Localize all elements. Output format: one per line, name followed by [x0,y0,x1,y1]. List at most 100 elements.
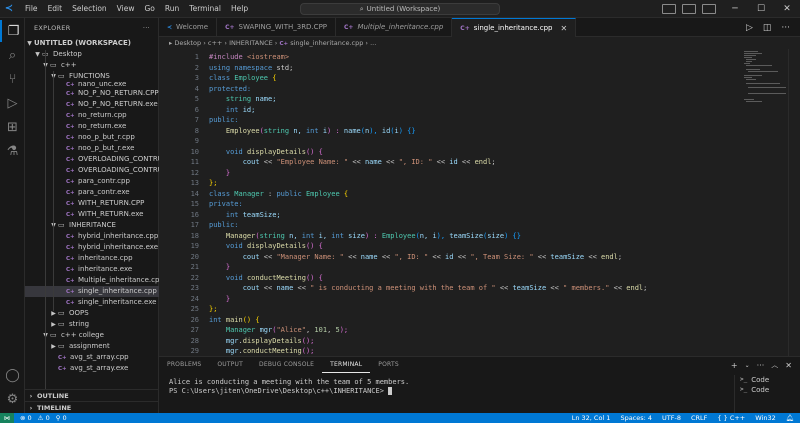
errors-status[interactable]: ⊗ 0 [20,414,32,422]
breadcrumb-cpp[interactable]: c++ [208,39,222,47]
timeline-section[interactable]: › TIMELINE [25,401,159,413]
menu-help[interactable]: Help [226,0,253,18]
terminal-instance[interactable]: >_ Code [735,375,800,385]
terminal-output[interactable]: Alice is conducting a meeting with the t… [169,378,409,396]
panel-tab-ports[interactable]: PORTS [370,357,407,373]
cpp-file-icon: C+ [58,366,67,372]
line-number: 6 [194,105,199,114]
account-icon[interactable]: ◯ [0,364,25,386]
run-debug-icon[interactable]: ▷ [0,92,25,114]
command-center-search[interactable]: ⌕ Untitled (Workspace) [300,3,500,15]
more-actions-icon[interactable]: ··· [781,23,790,33]
line-number: 17 [190,221,199,229]
editor-tab[interactable]: C+ SWAPING_WITH_3RD.CPP [217,18,337,37]
editor-scrollbar[interactable] [788,49,800,356]
close-tab-icon[interactable]: ✕ [561,19,568,38]
cursor-position[interactable]: Ln 32, Col 1 [572,414,611,422]
close-icon[interactable]: ✕ [774,0,800,18]
bottom-panel: PROBLEMS OUTPUT DEBUG CONSOLE TERMINAL PORTS… [159,356,800,414]
line-number: 5 [194,95,199,103]
remote-icon[interactable]: ⋈ [0,413,14,423]
indentation[interactable]: Spaces: 4 [620,414,652,422]
code-line: } [225,294,231,303]
code-line: mgr.conductMeeting(); [225,347,315,355]
end-of-line[interactable]: CRLF [691,414,707,422]
vscode-logo-icon: ≺ [167,24,173,31]
settings-gear-icon[interactable]: ⚙ [0,388,25,410]
source-control-icon[interactable]: ⑂ [0,68,25,90]
menu-bar: File Edit Selection View Go Run Terminal… [20,0,253,18]
breadcrumb-symbol[interactable]: ... [370,39,376,47]
tree-item-label: assignment [69,342,110,350]
sidebar-toggle-icon[interactable] [702,4,716,14]
notifications-bell-icon[interactable]: 🔔︎ [786,414,794,422]
menu-selection[interactable]: Selection [67,0,112,18]
workspace-label: UNTITLED (WORKSPACE) [34,39,131,47]
tree-item-label: c++ [61,61,77,69]
editor-tab[interactable]: ≺ Welcome [159,18,218,37]
code-line: int main() { [209,315,260,324]
terminal-instance[interactable]: >_ Code [735,385,800,395]
menu-view[interactable]: View [112,0,140,18]
encoding[interactable]: UTF-8 [662,414,681,422]
minimap[interactable] [742,49,786,109]
outline-section[interactable]: › OUTLINE [25,389,159,401]
panel-tab-debug-console[interactable]: DEBUG CONSOLE [251,357,322,373]
chevron-down-icon: ▼ [35,51,40,58]
editor-tab[interactable]: C+ Multiple_inheritance.cpp [336,18,453,37]
breadcrumb-inheritance[interactable]: INHERITANCE [229,39,273,47]
more-actions-icon[interactable]: ··· [143,18,150,38]
search-label: Untitled (Workspace) [366,5,441,13]
code-line: class Manager : public Employee { [209,189,349,198]
testing-icon[interactable]: ⚗ [0,140,25,162]
menu-go[interactable]: Go [139,0,159,18]
code-line: } [225,263,231,271]
language-mode[interactable]: { } C++ [717,414,745,422]
panel-tab-problems[interactable]: PROBLEMS [159,357,209,373]
line-number: 20 [190,252,199,261]
maximize-panel-icon[interactable]: ︿ [771,360,778,370]
tree-item-label: no_return.exe [78,122,127,130]
chevron-down-icon[interactable]: ⌄ [745,362,750,369]
chevron-right-icon: ▶ [51,321,56,328]
line-number: 9 [194,137,199,145]
workspace-header[interactable]: ▼ UNTITLED (WORKSPACE) [25,38,159,49]
panel-tab-terminal[interactable]: TERMINAL [322,357,371,373]
search-icon[interactable]: ⌕ [0,44,25,66]
panel-toggle-icon[interactable] [682,4,696,14]
tree-item-label: NO_P_NO_RETURN.CPP [78,89,159,97]
menu-edit[interactable]: Edit [43,0,68,18]
line-number: 11 [190,158,199,166]
menu-file[interactable]: File [20,0,43,18]
close-panel-icon[interactable]: ✕ [785,361,792,370]
code-editor[interactable]: 1 2 3 4 5 6 7 8 9 10 11 12 13 14 15 16 17 18 19 20 21 22 23 24 2… [159,49,800,356]
extensions-icon[interactable]: ⊞ [0,116,25,138]
new-terminal-icon[interactable]: + [731,361,738,370]
status-left: ⊗ 0 ⚠ 0 ⚲ 0 [20,414,67,422]
warnings-status[interactable]: ⚠ 0 [38,414,50,422]
breadcrumb-file[interactable]: single_inheritance.cpp [290,39,363,47]
more-actions-icon[interactable]: ··· [757,361,765,370]
explorer-icon[interactable]: ❐ [0,20,25,42]
run-code-icon[interactable]: ▷ [746,23,753,33]
tree-item-label: hybrid_inheritance.cpp [78,232,159,240]
code-line: cout << name << " is conducting a meetin… [242,284,648,292]
ports-status[interactable]: ⚲ 0 [56,414,67,422]
menu-run[interactable]: Run [160,0,184,18]
maximize-icon[interactable]: ☐ [748,0,774,18]
explorer-title: EXPLORER [34,24,71,32]
layout-icon[interactable] [662,4,676,14]
line-number: 23 [190,284,199,292]
minimize-icon[interactable]: ─ [722,0,748,18]
code-line: #include <iostream> [209,53,290,61]
editor-tab[interactable]: C+ single_inheritance.cpp ✕ [452,18,577,38]
line-number: 3 [194,74,199,82]
line-number: 13 [190,179,199,187]
panel-tab-output[interactable]: OUTPUT [209,357,251,373]
line-number: 10 [190,147,199,156]
split-editor-icon[interactable]: ◫ [763,23,772,33]
cpp-file-icon: C+ [460,24,470,32]
platform[interactable]: Win32 [755,414,775,422]
menu-terminal[interactable]: Terminal [184,0,226,18]
breadcrumb-desktop[interactable]: Desktop [174,39,201,47]
